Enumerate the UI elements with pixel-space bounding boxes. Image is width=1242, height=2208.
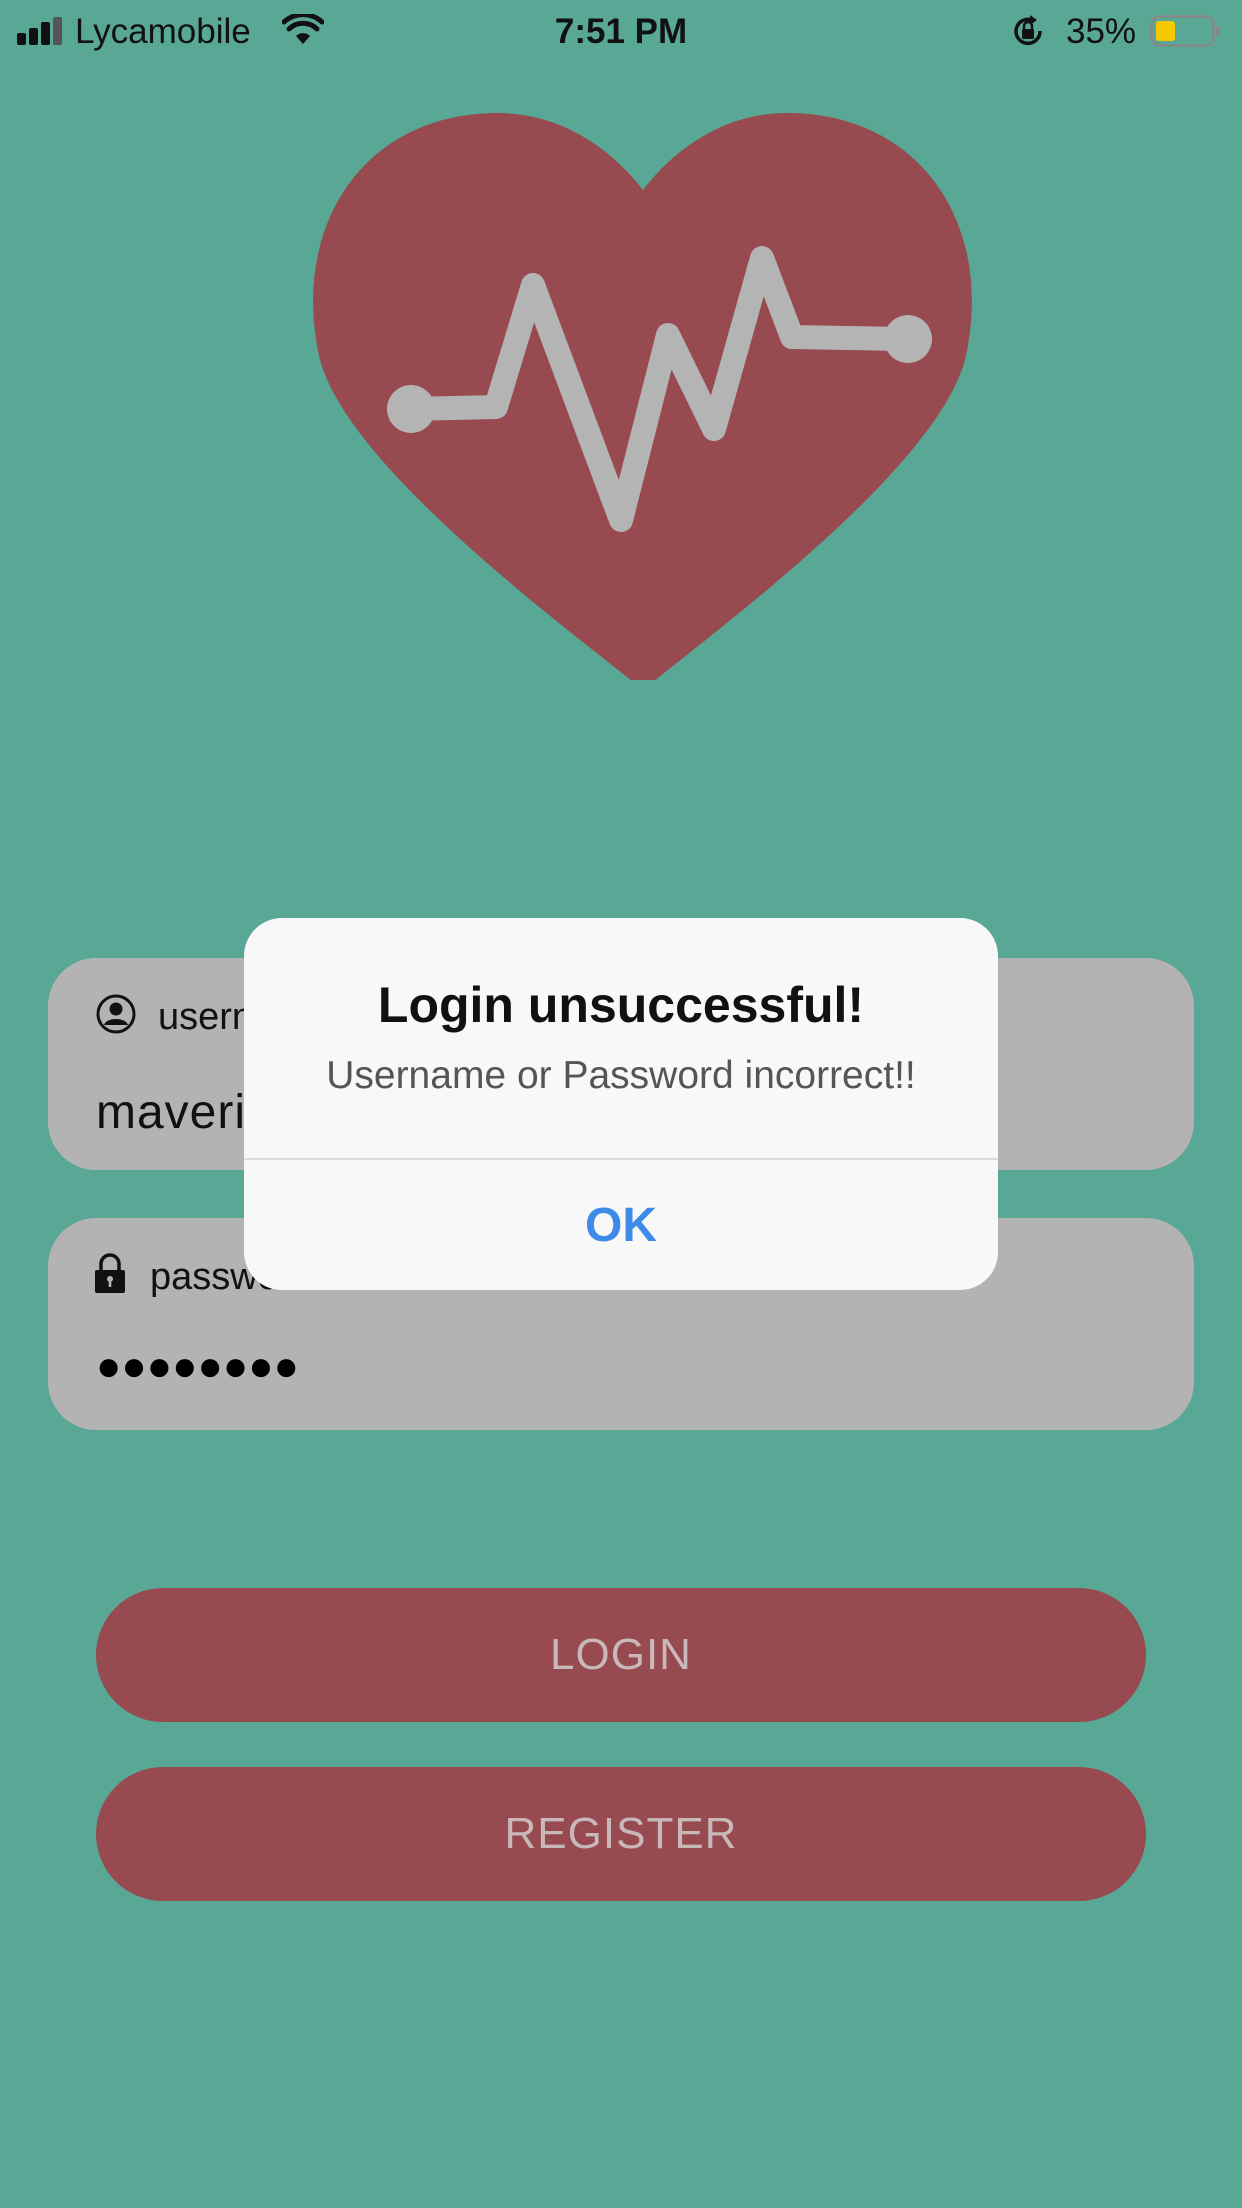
heart-heartbeat-icon xyxy=(313,112,972,680)
status-time: 7:51 PM xyxy=(554,12,688,51)
user-icon xyxy=(96,994,136,1034)
login-error-alert: Login unsuccessful! Username or Password… xyxy=(244,918,998,1290)
battery-percent: 35% xyxy=(1066,12,1137,51)
password-input[interactable]: ●●●●●●●● xyxy=(96,1342,299,1390)
register-button[interactable]: REGISTER xyxy=(96,1767,1146,1901)
alert-ok-button[interactable]: OK xyxy=(244,1160,998,1290)
alert-title: Login unsuccessful! xyxy=(377,977,865,1033)
rotation-lock-icon xyxy=(1014,15,1042,46)
lock-icon xyxy=(95,1253,125,1293)
battery-icon xyxy=(1150,15,1220,47)
status-bar: Lycamobile 7:51 PM 35% xyxy=(0,0,1242,64)
alert-message: Username or Password incorrect!! xyxy=(326,1054,916,1097)
login-button[interactable]: LOGIN xyxy=(96,1588,1146,1722)
